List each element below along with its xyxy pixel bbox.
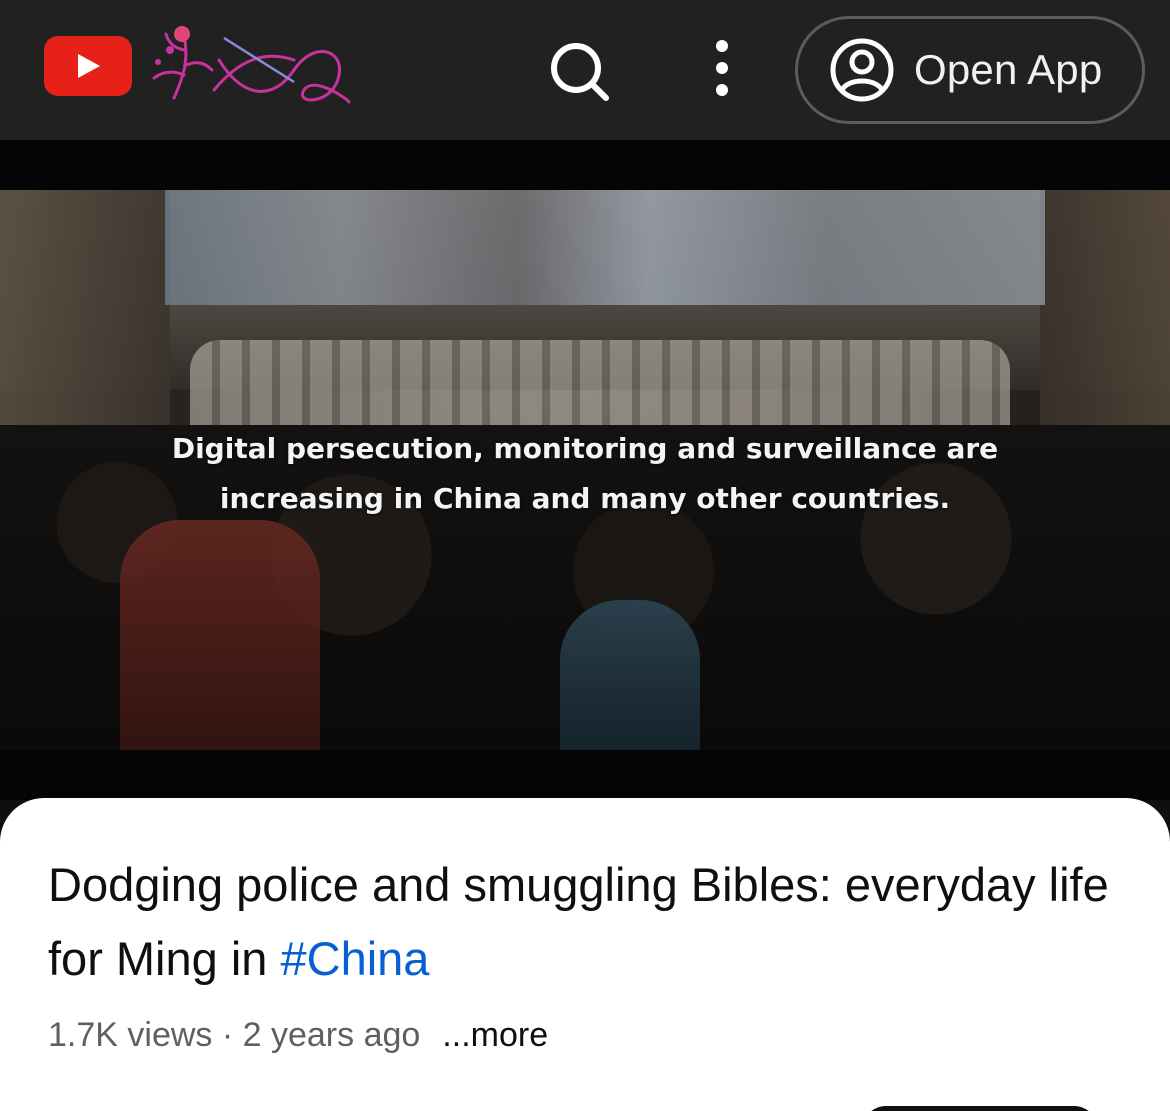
upload-age: 2 years ago: [242, 1016, 421, 1054]
video-title[interactable]: Dodging police and smuggling Bibles: eve…: [48, 848, 1128, 996]
search-button[interactable]: [540, 38, 616, 104]
more-options-button[interactable]: [700, 36, 744, 100]
video-meta: 1.7K views · 2 years ago ...more: [48, 1016, 548, 1055]
top-app-bar: Open App: [0, 0, 1170, 140]
view-count: 1.7K views: [48, 1016, 213, 1054]
video-frame: Digital persecution, monitoring and surv…: [0, 190, 1170, 750]
hashtag-link[interactable]: #China: [280, 932, 429, 985]
video-player[interactable]: Digital persecution, monitoring and surv…: [0, 140, 1170, 800]
subtitle-line-2: increasing in China and many other count…: [219, 482, 951, 515]
video-subtitle: Digital persecution, monitoring and surv…: [0, 424, 1170, 524]
youtube-play-icon: [78, 54, 100, 78]
video-title-text: Dodging police and smuggling Bibles: eve…: [48, 858, 1109, 985]
open-app-button[interactable]: Open App: [795, 16, 1145, 124]
account-circle-icon: [830, 38, 894, 102]
meta-separator: ·: [212, 1016, 243, 1054]
search-icon: [551, 43, 609, 101]
open-app-label: Open App: [914, 46, 1103, 93]
youtube-logo[interactable]: [44, 36, 132, 96]
stage-screen: [165, 190, 1045, 305]
channel-brand-icon: [152, 26, 351, 104]
subtitle-line-1: Digital persecution, monitoring and surv…: [171, 432, 999, 465]
more-vertical-icon: [716, 40, 728, 96]
video-details-sheet: Dodging police and smuggling Bibles: eve…: [0, 798, 1170, 1111]
more-button[interactable]: ...more: [442, 1016, 548, 1054]
action-chip[interactable]: [862, 1106, 1098, 1111]
